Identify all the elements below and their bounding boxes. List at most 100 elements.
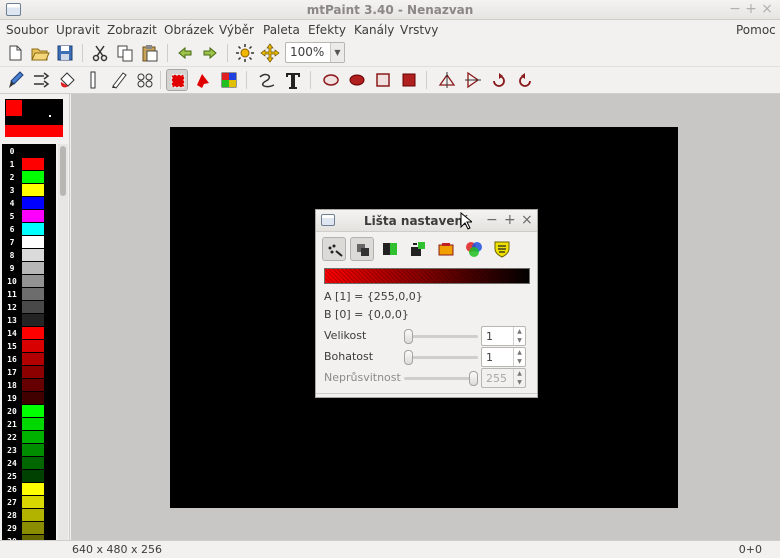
palette-entry[interactable]: 6	[2, 223, 56, 236]
chevron-down-icon[interactable]: ▼	[330, 43, 344, 62]
size-slider-track[interactable]	[404, 335, 478, 338]
palette-swatch[interactable]	[22, 457, 44, 469]
rectangle-filled-icon[interactable]	[398, 69, 420, 91]
palette-swatch[interactable]	[22, 392, 44, 404]
straight-line-icon[interactable]	[82, 69, 104, 91]
flip-horizontal-icon[interactable]	[462, 69, 484, 91]
continuous-mode-icon[interactable]	[322, 237, 346, 261]
spin-arrows-icon[interactable]: ▲ ▼	[513, 348, 525, 366]
menu-vrstvy[interactable]: Vrstvy	[400, 23, 438, 37]
color-wheel-icon[interactable]	[462, 237, 486, 261]
palette-swatch[interactable]	[22, 431, 44, 443]
size-slider-handle[interactable]	[404, 329, 413, 344]
menu-kanaly[interactable]: Kanály	[354, 23, 394, 37]
curve-tool-icon[interactable]	[256, 69, 278, 91]
palette-entry[interactable]: 1	[2, 158, 56, 171]
flow-slider-handle[interactable]	[404, 350, 413, 365]
palette-entry[interactable]: 16	[2, 353, 56, 366]
text-tool-icon[interactable]	[282, 69, 304, 91]
palette-entry[interactable]: 23	[2, 444, 56, 457]
close-button[interactable]: ×	[760, 1, 774, 17]
palette-entry[interactable]: 28	[2, 509, 56, 522]
paste-icon[interactable]	[139, 42, 161, 64]
palette-entry[interactable]: 12	[2, 301, 56, 314]
palette-swatch[interactable]	[22, 405, 44, 417]
palette-entry[interactable]: 17	[2, 366, 56, 379]
dialog-minimize-button[interactable]: −	[486, 212, 498, 228]
select-rectangle-icon[interactable]	[166, 69, 188, 91]
open-file-icon[interactable]	[29, 42, 51, 64]
flow-spinbox[interactable]: 1 ▲ ▼	[481, 347, 526, 367]
shield-icon[interactable]	[490, 237, 514, 261]
palette-swatch[interactable]	[22, 379, 44, 391]
palette-entry[interactable]: 19	[2, 392, 56, 405]
palette-swatch[interactable]	[22, 444, 44, 456]
palette-entry[interactable]: 10	[2, 275, 56, 288]
menu-upravit[interactable]: Upravit	[56, 23, 100, 37]
palette-swatch[interactable]	[22, 262, 44, 274]
menu-efekty[interactable]: Efekty	[308, 23, 346, 37]
palette-swatch[interactable]	[22, 301, 44, 313]
copy-icon[interactable]	[114, 42, 136, 64]
menu-pomoc[interactable]: Pomoc	[736, 23, 776, 37]
pan-window-icon[interactable]	[259, 42, 281, 64]
clone-tool-icon[interactable]	[134, 69, 156, 91]
spin-arrows-icon[interactable]: ▲ ▼	[513, 327, 525, 345]
dialog-close-button[interactable]: ×	[521, 212, 533, 228]
palette-entry[interactable]: 15	[2, 340, 56, 353]
undo-icon[interactable]	[174, 42, 196, 64]
menu-obrazek[interactable]: Obrázek	[164, 23, 214, 37]
save-file-icon[interactable]	[54, 42, 76, 64]
color-a-swatch[interactable]	[6, 100, 22, 116]
palette-entry[interactable]: 3	[2, 184, 56, 197]
palette-swatch[interactable]	[22, 210, 44, 222]
brightness-icon[interactable]	[234, 42, 256, 64]
palette-swatch[interactable]	[22, 366, 44, 378]
palette-swatch[interactable]	[22, 236, 44, 248]
palette-swatch[interactable]	[22, 223, 44, 235]
palette-swatch[interactable]	[22, 249, 44, 261]
palette-entry[interactable]: 13	[2, 314, 56, 327]
palette-swatch[interactable]	[22, 145, 44, 157]
flip-vertical-icon[interactable]	[436, 69, 458, 91]
smudge-icon[interactable]	[108, 69, 130, 91]
cut-icon[interactable]	[89, 42, 111, 64]
palette-entry[interactable]: 4	[2, 197, 56, 210]
palette-entry[interactable]: 7	[2, 236, 56, 249]
palette-swatch[interactable]	[22, 184, 44, 196]
palette-entry[interactable]: 14	[2, 327, 56, 340]
palette-entry[interactable]: 5	[2, 210, 56, 223]
maximize-button[interactable]: +	[744, 1, 758, 17]
palette-entry[interactable]: 2	[2, 171, 56, 184]
menu-paleta[interactable]: Paleta	[263, 23, 300, 37]
palette-swatch[interactable]	[22, 158, 44, 170]
palette-list[interactable]: 0 1 2 3 4 5 6 7 8 9 10 11 12 13 14 15 16 17 18 19 20 21 22 23 24…	[2, 144, 56, 554]
tint-mode-icon[interactable]	[406, 237, 430, 261]
palette-scrollbar[interactable]	[58, 144, 68, 554]
palette-swatch[interactable]	[22, 327, 44, 339]
menu-soubor[interactable]: Soubor	[6, 23, 48, 37]
dialog-maximize-button[interactable]: +	[504, 212, 516, 228]
palette-swatch[interactable]	[22, 288, 44, 300]
opacity-mode-icon[interactable]	[350, 237, 374, 261]
palette-entry[interactable]: 21	[2, 418, 56, 431]
palette-swatch[interactable]	[22, 197, 44, 209]
rectangle-outline-icon[interactable]	[372, 69, 394, 91]
lasso-icon[interactable]	[192, 69, 214, 91]
zoom-combo[interactable]: 100% ▼	[285, 42, 345, 63]
mask-mode-icon[interactable]	[434, 237, 458, 261]
palette-entry[interactable]: 8	[2, 249, 56, 262]
gradient-mode-icon[interactable]	[378, 237, 402, 261]
ellipse-outline-icon[interactable]	[320, 69, 342, 91]
palette-swatch[interactable]	[22, 418, 44, 430]
rotate-clockwise-icon[interactable]	[488, 69, 510, 91]
flow-slider-track[interactable]	[404, 356, 478, 359]
palette-entry[interactable]: 29	[2, 522, 56, 535]
dialog-window-icon[interactable]	[321, 214, 335, 226]
palette-swatch[interactable]	[22, 275, 44, 287]
menu-zobrazit[interactable]: Zobrazit	[107, 23, 157, 37]
palette-entry[interactable]: 20	[2, 405, 56, 418]
size-spinbox[interactable]: 1 ▲ ▼	[481, 326, 526, 346]
palette-scrollbar-thumb[interactable]	[60, 146, 66, 196]
palette-swatch[interactable]	[22, 522, 44, 534]
